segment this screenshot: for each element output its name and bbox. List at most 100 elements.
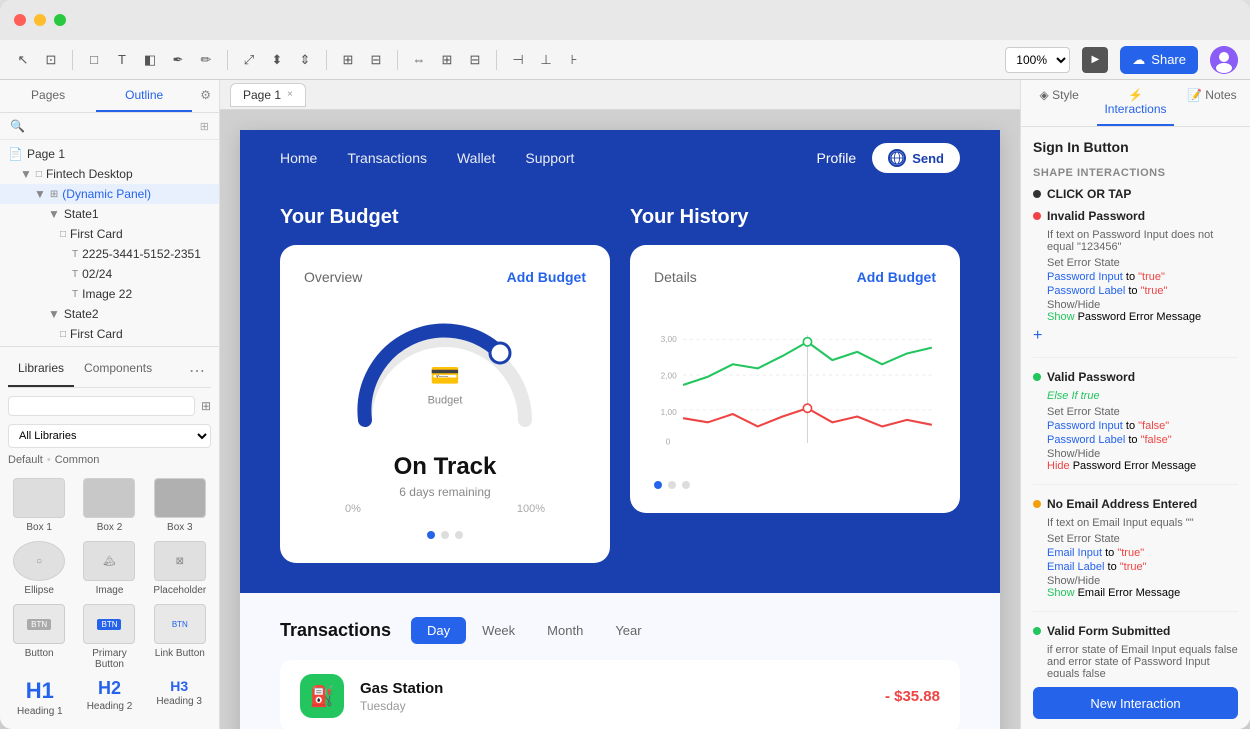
pen-tool-2[interactable]: ✏ bbox=[195, 49, 217, 71]
select-tool[interactable]: ↖ bbox=[12, 49, 34, 71]
zoom-select[interactable]: 100% bbox=[1005, 47, 1070, 73]
minimize-button[interactable] bbox=[34, 14, 46, 26]
filter-icon[interactable]: ⚙ bbox=[192, 80, 219, 112]
connect-tool[interactable]: ⇔ bbox=[408, 49, 430, 71]
tree-date-1[interactable]: T 02/24 bbox=[0, 264, 219, 284]
align-tool[interactable]: ⬍ bbox=[266, 49, 288, 71]
card-dots bbox=[427, 531, 463, 539]
email-input-param: Email Input bbox=[1047, 547, 1102, 559]
v-align[interactable]: ⊥ bbox=[535, 49, 557, 71]
lib-more-icon[interactable]: ⋯ bbox=[183, 355, 211, 387]
grid-tool[interactable]: ⊞ bbox=[436, 49, 458, 71]
tag-common[interactable]: Common bbox=[55, 454, 100, 466]
comp-box3[interactable]: Box 3 bbox=[149, 478, 211, 533]
nav-send-button[interactable]: Send bbox=[872, 143, 960, 173]
comp-ellipse[interactable]: ○ Ellipse bbox=[8, 541, 70, 596]
tree-state1[interactable]: ▼ State1 bbox=[0, 204, 219, 224]
text-icon-1: T bbox=[72, 249, 78, 260]
element-title: Sign In Button bbox=[1033, 139, 1238, 155]
resize-tool[interactable]: ⤢ bbox=[238, 49, 260, 71]
transactions-list: ⛽ Gas Station Tuesday - $35.88 🛒 bbox=[280, 660, 960, 729]
comp-box2[interactable]: Box 2 bbox=[78, 478, 140, 533]
comp-primary-button[interactable]: BTN Primary Button bbox=[78, 604, 140, 670]
valid-pw-val1: "false" bbox=[1138, 420, 1169, 432]
no-email-param1: Email Input to "true" bbox=[1047, 547, 1238, 559]
new-interaction-button[interactable]: New Interaction bbox=[1033, 687, 1238, 719]
tab-close-icon[interactable]: × bbox=[287, 89, 293, 100]
valid-pw-param2: Password Label to "false" bbox=[1047, 434, 1238, 446]
comp-h2[interactable]: H2 Heading 2 bbox=[78, 678, 142, 717]
shape-tool[interactable]: ◧ bbox=[139, 49, 161, 71]
comp-h3[interactable]: H3 Heading 3 bbox=[147, 678, 211, 717]
tree-page1[interactable]: 📄 Page 1 bbox=[0, 144, 219, 164]
comp-box1[interactable]: Box 1 bbox=[8, 478, 70, 533]
gas-name: Gas Station bbox=[360, 680, 869, 697]
period-year[interactable]: Year bbox=[599, 617, 657, 644]
nav-support[interactable]: Support bbox=[525, 150, 574, 166]
tab-style[interactable]: ◈ Style bbox=[1021, 80, 1097, 126]
tree-first-card-1[interactable]: □ First Card bbox=[0, 224, 219, 244]
share-button[interactable]: ☁ Share bbox=[1120, 46, 1198, 74]
user-avatar[interactable] bbox=[1210, 46, 1238, 74]
tree-state2[interactable]: ▼ State2 bbox=[0, 304, 219, 324]
tab-components[interactable]: Components bbox=[74, 355, 162, 387]
main-layout: Pages Outline ⚙ 🔍 ⊞ 📄 Page 1 ▼ □ Fin bbox=[0, 80, 1250, 729]
click-trigger: CLICK OR TAP bbox=[1033, 187, 1238, 201]
tree-image-1[interactable]: T Image 22 bbox=[0, 284, 219, 304]
filter-options-icon[interactable]: ⊞ bbox=[200, 120, 209, 133]
canvas-tab-page1[interactable]: Page 1 × bbox=[230, 83, 306, 107]
tab-interactions[interactable]: ⚡ Interactions bbox=[1097, 80, 1173, 126]
tree-card-num-1[interactable]: T 2225-3441-5152-2351 bbox=[0, 244, 219, 264]
comp-button[interactable]: BTN Button bbox=[8, 604, 70, 670]
app-body: Your Budget Overview Add Budget bbox=[240, 186, 1000, 593]
rectangle-tool[interactable]: □ bbox=[83, 49, 105, 71]
lib-search-input[interactable] bbox=[8, 396, 195, 416]
comp-primary-button-preview: BTN bbox=[83, 604, 135, 644]
outline-search-input[interactable] bbox=[31, 119, 194, 133]
lib-select[interactable]: All Libraries bbox=[8, 424, 211, 448]
nav-wallet[interactable]: Wallet bbox=[457, 150, 495, 166]
tree-fintech-desktop[interactable]: ▼ □ Fintech Desktop bbox=[0, 164, 219, 184]
svg-text:2,00: 2,00 bbox=[661, 370, 678, 380]
pen-tool[interactable]: ✒ bbox=[167, 49, 189, 71]
budget-section: Your Budget Overview Add Budget bbox=[280, 206, 610, 563]
maximize-button[interactable] bbox=[54, 14, 66, 26]
dist-tool[interactable]: ⇕ bbox=[294, 49, 316, 71]
comp-link-button[interactable]: BTN Link Button bbox=[149, 604, 211, 670]
add-action-1[interactable]: + bbox=[1033, 327, 1042, 345]
period-month[interactable]: Month bbox=[531, 617, 599, 644]
distribute[interactable]: ⊦ bbox=[563, 49, 585, 71]
add-budget-button[interactable]: Add Budget bbox=[507, 269, 586, 285]
comp-h1[interactable]: H1 Heading 1 bbox=[8, 678, 72, 717]
comp-placeholder[interactable]: ⊠ Placeholder bbox=[149, 541, 211, 596]
period-week[interactable]: Week bbox=[466, 617, 531, 644]
comp-image[interactable]: 🏔 Image bbox=[78, 541, 140, 596]
nav-home[interactable]: Home bbox=[280, 150, 317, 166]
tab-outline[interactable]: Outline bbox=[96, 80, 192, 112]
invalid-pw-condition: If text on Password Input does not equal… bbox=[1047, 229, 1238, 253]
period-day[interactable]: Day bbox=[411, 617, 466, 644]
tree-first-card-2[interactable]: □ First Card bbox=[0, 324, 219, 344]
layout-tool[interactable]: ⊟ bbox=[365, 49, 387, 71]
text-tool[interactable]: T bbox=[111, 49, 133, 71]
split-tool[interactable]: ⊟ bbox=[464, 49, 486, 71]
canvas-scroll[interactable]: Home Transactions Wallet Support Profile bbox=[220, 110, 1020, 729]
nav-profile[interactable]: Profile bbox=[817, 150, 857, 166]
gauge-center: 💳 Budget bbox=[428, 362, 463, 407]
nav-transactions[interactable]: Transactions bbox=[347, 150, 427, 166]
budget-title: Your Budget bbox=[280, 206, 610, 229]
tab-notes[interactable]: 📝 Notes bbox=[1174, 80, 1250, 126]
interaction-invalid-password: Invalid Password If text on Password Inp… bbox=[1033, 209, 1238, 358]
tag-default[interactable]: Default bbox=[8, 454, 43, 466]
tab-libraries[interactable]: Libraries bbox=[8, 355, 74, 387]
crop-tool[interactable]: ⊡ bbox=[40, 49, 62, 71]
tab-pages[interactable]: Pages bbox=[0, 80, 96, 112]
lib-filter-icon[interactable]: ⊞ bbox=[201, 399, 211, 413]
close-button[interactable] bbox=[14, 14, 26, 26]
zoom-tool[interactable]: ⊞ bbox=[337, 49, 359, 71]
tree-dynamic-panel[interactable]: ▼ ⊞ (Dynamic Panel) bbox=[0, 184, 219, 204]
play-button[interactable]: ▶ bbox=[1082, 47, 1108, 73]
h-align[interactable]: ⊣ bbox=[507, 49, 529, 71]
add-budget-history-button[interactable]: Add Budget bbox=[857, 269, 936, 285]
dynamic-icon: ▼ bbox=[34, 187, 46, 201]
